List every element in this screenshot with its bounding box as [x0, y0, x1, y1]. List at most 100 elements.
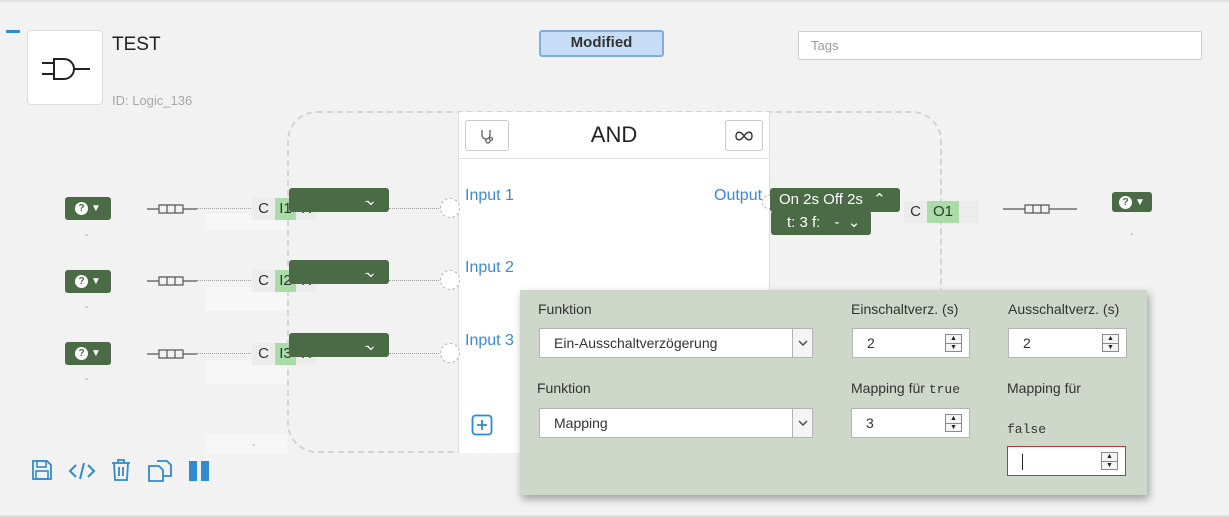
block-id: ID: Logic_136 [112, 93, 193, 108]
delete-icon[interactable] [111, 459, 131, 482]
chevron-down-icon: ▼ [91, 348, 101, 359]
add-input-icon[interactable] [471, 414, 493, 436]
block-logo [27, 30, 103, 105]
input-add-slot [205, 434, 287, 454]
connector-plug-icon [147, 276, 197, 286]
output-spacer [959, 201, 979, 223]
spin-down-icon[interactable]: ▼ [946, 344, 961, 352]
on-delay-value: 2 [867, 335, 875, 351]
mapping-true-spinner[interactable]: ▲ ▼ [945, 414, 962, 432]
spin-down-icon[interactable]: ▼ [1102, 462, 1117, 470]
gate-title: AND [590, 122, 638, 147]
mapping-false-input[interactable]: ▲ ▼ [1007, 446, 1126, 476]
help-icon: ? [1119, 195, 1133, 209]
input-3-dropdown[interactable]: - ⌄ [289, 333, 389, 357]
off-delay-value: 2 [1023, 335, 1031, 351]
infinity-button[interactable] [725, 120, 763, 151]
function-1-value: Ein-Ausschaltverzögerung [554, 335, 718, 351]
wire [389, 280, 441, 281]
help-icon: ? [75, 202, 89, 215]
input-2-dropdown[interactable]: - ⌄ [289, 260, 389, 284]
input-2-c-label: C [252, 270, 275, 292]
input-2-dash: - [85, 302, 89, 313]
connector-plug-icon [1003, 204, 1077, 214]
input-2-port[interactable] [440, 270, 460, 290]
chevron-down-icon: ▼ [91, 203, 101, 214]
mapping-true-label: Mapping für true [851, 380, 960, 397]
wire [389, 208, 441, 209]
off-delay-label: Ausschaltverz. (s) [1008, 301, 1120, 317]
debug-button[interactable] [465, 120, 509, 151]
input-1-c-label: C [252, 198, 275, 220]
wire [197, 280, 253, 281]
output-label[interactable]: Output [714, 187, 762, 205]
input-1-dash: - [85, 230, 89, 241]
infinity-icon [735, 131, 753, 140]
input-1-port[interactable] [440, 198, 460, 218]
help-icon: ? [75, 275, 89, 288]
output-timing-value: On 2s Off 2s [779, 191, 863, 208]
output-connector: C O1 [904, 201, 979, 223]
input-2-label[interactable]: Input 2 [465, 259, 514, 277]
copy-icon[interactable] [147, 459, 173, 483]
on-delay-spinner[interactable]: ▲ ▼ [945, 334, 962, 352]
function-settings-panel: Funktion Ein-Ausschaltverzögerung Einsch… [520, 290, 1147, 495]
spin-down-icon[interactable]: ▼ [946, 424, 961, 432]
mapping-true-value: 3 [866, 415, 874, 431]
block-title: TEST [112, 34, 161, 55]
output-c-label: C [904, 201, 927, 223]
input-2-help-button[interactable]: ? ▼ [65, 270, 111, 293]
output-mapping-dropdown[interactable]: t: 3 f: - ⌄ [771, 211, 871, 235]
output-dash: - [1130, 229, 1134, 240]
on-delay-input[interactable]: 2 ▲ ▼ [852, 328, 970, 358]
tags-input[interactable] [798, 31, 1202, 60]
input-3-label[interactable]: Input 3 [465, 332, 514, 350]
function-2-select[interactable]: Mapping [539, 408, 813, 438]
input-1-dropdown[interactable]: - ⌄ [289, 188, 389, 212]
wire [197, 353, 253, 354]
connector-plug-icon [147, 204, 197, 214]
output-mapping-label: t: 3 f: [787, 214, 821, 231]
save-icon[interactable] [31, 459, 53, 481]
output-timing-dropdown[interactable]: On 2s Off 2s ⌃ [770, 188, 900, 212]
input-3-dash: - [85, 374, 89, 385]
spin-up-icon[interactable]: ▲ [946, 415, 961, 424]
output-mapping-value: - [834, 214, 840, 231]
input-3-c-label: C [252, 343, 275, 365]
function-2-value: Mapping [554, 415, 608, 431]
input-3-help-button[interactable]: ? ▼ [65, 342, 111, 365]
input-1-label[interactable]: Input 1 [465, 187, 514, 205]
chevron-down-icon: ⌄ [847, 214, 861, 231]
spin-up-icon[interactable]: ▲ [946, 335, 961, 344]
function-1-label: Funktion [538, 301, 592, 317]
output-help-button[interactable]: ? ▼ [1112, 192, 1152, 212]
wire [389, 353, 441, 354]
function-1-select[interactable]: Ein-Ausschaltverzögerung [539, 328, 813, 358]
off-delay-spinner[interactable]: ▲ ▼ [1102, 334, 1119, 352]
text-cursor [1022, 454, 1023, 471]
logic-editor: TEST ID: Logic_136 Modified - AND ?▼ - C… [0, 0, 1229, 517]
spin-up-icon[interactable]: ▲ [1103, 335, 1118, 344]
input-3-port[interactable] [440, 343, 460, 363]
on-delay-label: Einschaltverz. (s) [851, 301, 959, 317]
chevron-down-icon [792, 409, 812, 437]
spin-up-icon[interactable]: ▲ [1102, 453, 1117, 462]
status-badge[interactable]: Modified [539, 30, 664, 57]
output-id[interactable]: O1 [927, 201, 959, 223]
chevron-down-icon: ⌄ [365, 337, 377, 353]
pause-icon[interactable] [188, 460, 210, 482]
chevron-down-icon: ▼ [1135, 196, 1145, 208]
mapping-false-code-line: false [1007, 420, 1046, 437]
mapping-true-input[interactable]: 3 ▲ ▼ [851, 408, 970, 438]
collapse-button[interactable] [6, 30, 20, 33]
mapping-false-label: Mapping für [1007, 380, 1081, 396]
dash-label: - [252, 440, 256, 451]
input-1-help-button[interactable]: ? ▼ [65, 197, 111, 220]
off-delay-input[interactable]: 2 ▲ ▼ [1008, 328, 1127, 358]
connector-plug-icon [147, 349, 197, 359]
chevron-up-icon: ⌃ [873, 191, 886, 208]
spin-down-icon[interactable]: ▼ [1103, 344, 1118, 352]
code-icon[interactable] [68, 460, 96, 482]
help-icon: ? [75, 347, 89, 360]
mapping-false-spinner[interactable]: ▲ ▼ [1101, 452, 1118, 470]
